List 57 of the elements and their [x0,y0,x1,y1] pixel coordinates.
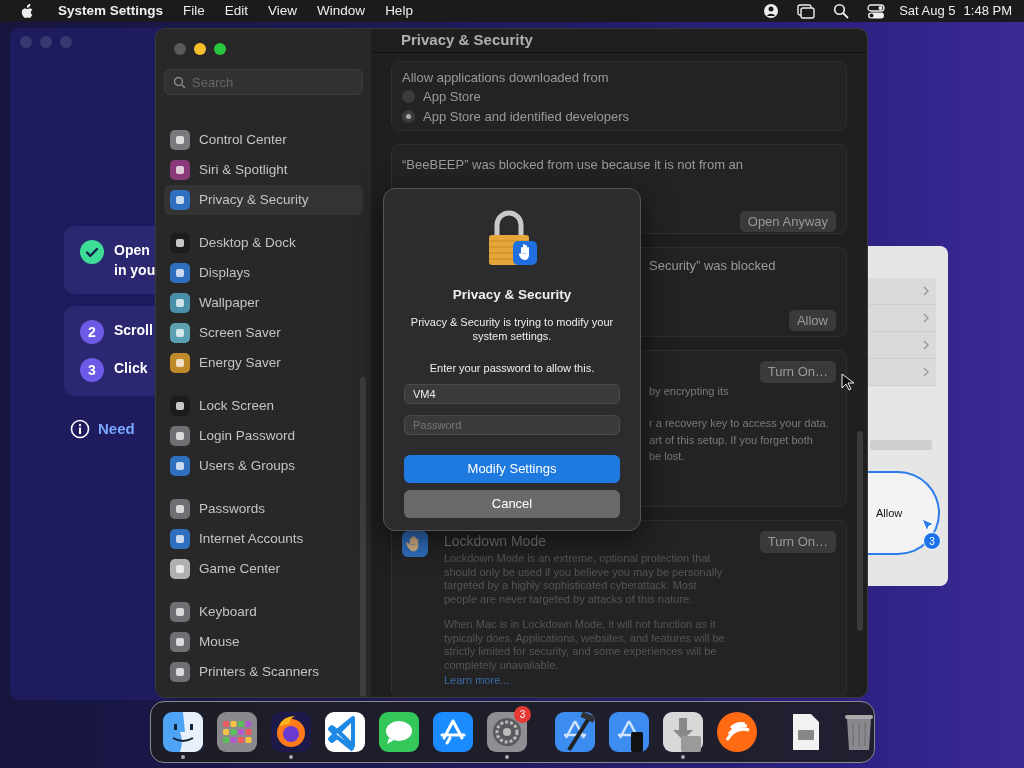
dialog-message: Privacy & Security is trying to modify your system settings. [409,315,615,344]
step-badge: 3 [923,532,941,550]
help-link[interactable]: Need [98,418,135,441]
sidebar-item[interactable]: Game Center [164,554,363,584]
notice-text: Security” was blocked [649,257,777,275]
sidebar-item[interactable]: Lock Screen [164,391,363,421]
sidebar-item[interactable]: Screen Saver [164,318,363,348]
menu-item[interactable]: Help [375,0,423,22]
menu-item[interactable]: View [258,0,308,22]
modify-settings-button[interactable]: Modify Settings [404,454,620,483]
dialog-title: Privacy & Security [452,286,572,304]
menu-bar-time: 1:48 PM [963,2,1012,21]
open-anyway-button[interactable]: Open Anyway [739,210,836,232]
dialog-prompt: Enter your password to allow this. [429,361,595,377]
notice-text: by encrypting its [649,383,730,399]
action-button[interactable]: Allow [788,309,836,331]
sidebar-item[interactable]: Internet Accounts [164,524,363,554]
sidebar-item[interactable]: Siri & Spotlight [164,155,363,185]
menu-item[interactable]: Window [307,0,376,22]
menu-item[interactable]: Edit [214,0,259,22]
sidebar-item[interactable]: Wallpaper [164,288,363,318]
sidebar-item[interactable]: Displays [164,258,363,288]
notice-text: art of this setup. If you forget both [649,432,814,448]
sidebar-item[interactable]: Desktop & Dock [164,228,363,258]
username-field[interactable]: VM4 [404,383,620,404]
notice-text: “BeeBEEP” was blocked from use because it is not from an [402,156,745,174]
step-number: 2 [80,320,104,344]
step-text: Open [114,241,151,260]
menu-bar-date: Sat Aug 5 [899,2,956,21]
pane-title: Privacy & Security [371,29,867,53]
sidebar-item[interactable]: Control Center [164,125,363,155]
radio-option[interactable]: App Store and identified developers [402,106,836,126]
callout-label: Allow [876,505,903,521]
radio-option[interactable]: App Store [402,87,836,107]
sidebar-item[interactable]: Printers & Scanners [164,657,363,687]
sidebar-item[interactable]: Energy Saver [164,348,363,378]
turn-on-button[interactable]: Turn On… [759,531,836,553]
step-text: Scroll [114,321,153,340]
step-text: in you [114,261,156,280]
notice-text: be lost. [649,449,686,464]
sidebar-item[interactable]: Privacy & Security [164,185,363,215]
notification-badge: 3 [514,706,531,723]
app-menu[interactable]: System Settings [48,0,174,22]
notice-text: r a recovery key to access your data. [649,416,830,431]
cancel-button[interactable]: Cancel [404,489,620,518]
action-button[interactable]: Turn On… [759,361,836,383]
section-heading: Allow applications downloaded from [402,68,610,87]
sidebar-item[interactable]: Users & Groups [164,451,363,481]
feature-title: Lockdown Mode [444,532,547,551]
password-field[interactable]: Password [404,414,620,435]
step-text: Click [114,359,148,378]
step-number: 3 [80,358,104,382]
sidebar-item[interactable]: Keyboard [164,597,363,627]
sidebar-item[interactable]: Passwords [164,494,363,524]
menu-item[interactable]: File [173,0,215,22]
sidebar-item[interactable]: Login Password [164,421,363,451]
sidebar-item[interactable]: Mouse [164,627,363,657]
